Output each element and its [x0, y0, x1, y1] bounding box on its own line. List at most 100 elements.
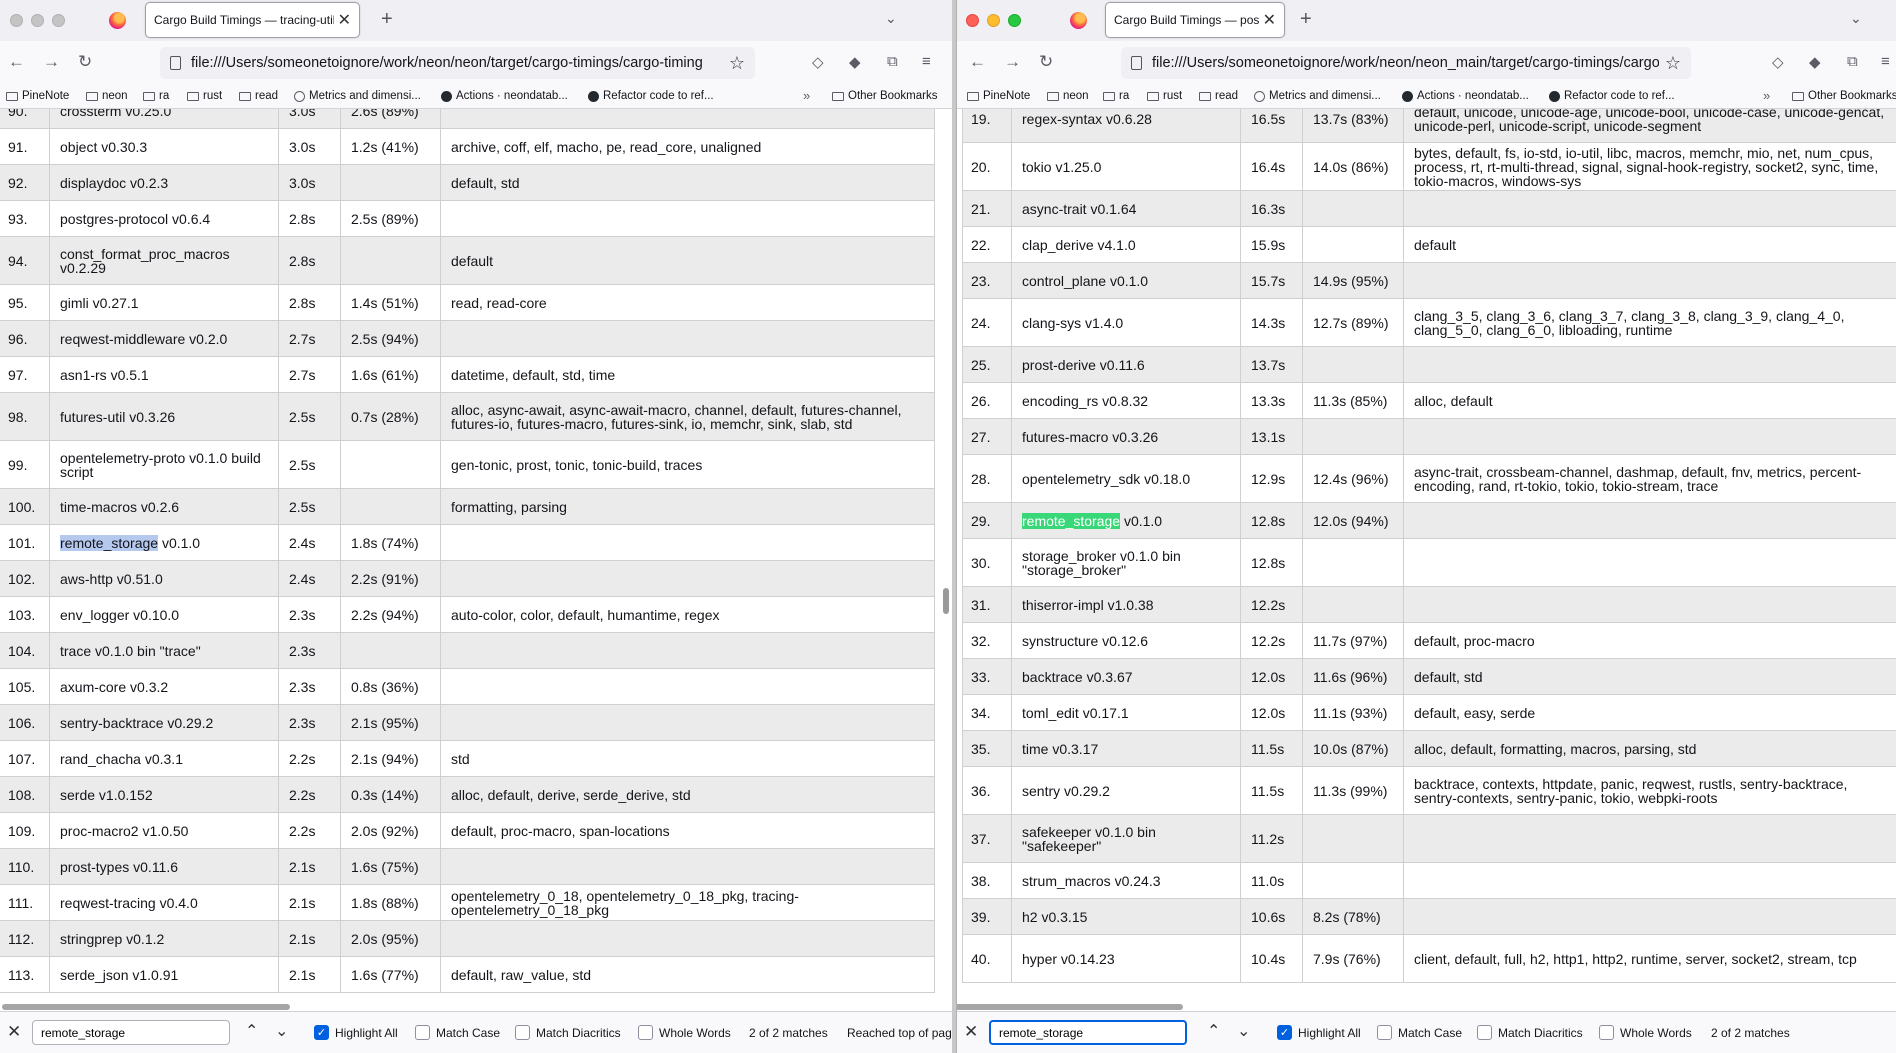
zoom-window-button[interactable]: [1008, 14, 1021, 27]
match-count: 2 of 2 matches: [749, 1026, 828, 1040]
close-window-button[interactable]: [966, 14, 979, 27]
bookmark-ra[interactable]: ra: [143, 90, 169, 102]
close-window-button[interactable]: [10, 14, 23, 27]
bookmark-rust[interactable]: rust: [187, 90, 222, 102]
bookmark-metrics[interactable]: Metrics and dimensi...: [1254, 90, 1381, 102]
zoom-window-button[interactable]: [52, 14, 65, 27]
codegen-time: 1.6s (75%): [340, 848, 441, 885]
row-number: 38.: [962, 862, 1012, 899]
bookmark-metrics[interactable]: Metrics and dimensi...: [294, 90, 421, 102]
table-row: 100. time-macros v0.2.6 2.5s formatting, pa…: [0, 488, 935, 525]
table-row: 39. h2 v0.3.15 10.6s 8.2s (78%): [962, 898, 1896, 935]
bookmark-rust[interactable]: rust: [1147, 90, 1182, 102]
close-tab-icon[interactable]: ✕: [1263, 10, 1276, 30]
row-number: 96.: [0, 320, 50, 357]
menu-icon[interactable]: ≡: [1881, 53, 1890, 70]
minimize-window-button[interactable]: [31, 14, 44, 27]
unit-name: storage_broker v0.1.0 bin "storage_broke…: [1011, 538, 1241, 587]
split-handle[interactable]: [943, 588, 949, 614]
table-row: 38. strum_macros v0.24.3 11.0s: [962, 862, 1896, 899]
new-tab-button[interactable]: +: [381, 8, 393, 31]
other-bookmarks[interactable]: Other Bookmarks: [1792, 90, 1896, 102]
whole-words-checkbox[interactable]: Whole Words: [638, 1025, 731, 1040]
extension-icon[interactable]: ◆: [849, 53, 861, 71]
features: archive, coff, elf, macho, pe, read_core…: [440, 128, 935, 165]
bookmark-pinenote[interactable]: PineNote: [967, 90, 1030, 102]
find-previous-chevron-icon[interactable]: ⌃: [245, 1021, 258, 1041]
extensions-puzzle-icon[interactable]: ⧉: [887, 53, 898, 70]
bookmark-actions[interactable]: Actions · neondatab...: [441, 90, 568, 102]
find-next-chevron-icon[interactable]: ⌄: [1237, 1021, 1250, 1041]
menu-icon[interactable]: ≡: [922, 53, 931, 70]
unit-name: const_format_proc_macros v0.2.29: [49, 236, 279, 285]
list-all-tabs-button[interactable]: ⌄: [885, 10, 897, 27]
unit-name: reqwest-tracing v0.4.0: [49, 884, 279, 921]
forward-button[interactable]: →: [1004, 52, 1021, 72]
back-button[interactable]: ←: [8, 52, 25, 72]
bookmark-refactor[interactable]: Refactor code to ref...: [588, 90, 714, 102]
close-find-bar-icon[interactable]: ✕: [7, 1022, 21, 1042]
bookmark-refactor[interactable]: Refactor code to ref...: [1549, 90, 1675, 102]
unit-name: time v0.3.17: [1011, 730, 1241, 767]
codegen-time: 12.0s (94%): [1302, 502, 1404, 539]
firefox-view-icon[interactable]: [1070, 12, 1087, 29]
codegen-time: 11.1s (93%): [1302, 694, 1404, 731]
horizontal-scrollbar[interactable]: [957, 1004, 1183, 1010]
forward-button[interactable]: →: [43, 52, 60, 72]
find-previous-chevron-icon[interactable]: ⌃: [1207, 1021, 1220, 1041]
bookmark-read[interactable]: read: [1199, 90, 1238, 102]
bookmark-pinenote[interactable]: PineNote: [6, 90, 69, 102]
new-tab-button[interactable]: +: [1300, 8, 1312, 31]
other-bookmarks[interactable]: Other Bookmarks: [832, 90, 937, 102]
bookmark-star-icon[interactable]: ☆: [1665, 53, 1681, 74]
bookmark-neon[interactable]: neon: [1047, 90, 1089, 102]
row-number: 107.: [0, 740, 50, 777]
tab-cargo-build-timings[interactable]: Cargo Build Timings — postgres_ffi ✕: [1105, 2, 1285, 38]
firefox-view-icon[interactable]: [109, 12, 126, 29]
more-bookmarks-chevron-icon[interactable]: »: [1763, 88, 1770, 103]
list-all-tabs-button[interactable]: ⌄: [1850, 10, 1862, 27]
pocket-icon[interactable]: ◇: [1772, 53, 1784, 71]
highlight-all-checkbox[interactable]: ✓ Highlight All: [1277, 1025, 1361, 1040]
more-bookmarks-chevron-icon[interactable]: »: [803, 88, 810, 103]
horizontal-scrollbar[interactable]: [2, 1004, 290, 1010]
bookmark-ra[interactable]: ra: [1103, 90, 1129, 102]
table-row: 107. rand_chacha v0.3.1 2.2s 2.1s (94%) std: [0, 740, 935, 777]
bookmark-star-icon[interactable]: ☆: [729, 53, 745, 74]
right-browser-window: Cargo Build Timings — postgres_ffi ✕ + ⌄…: [956, 0, 1896, 1053]
find-input[interactable]: [989, 1020, 1187, 1045]
pocket-icon[interactable]: ◇: [812, 53, 824, 71]
reload-button[interactable]: ↻: [1039, 52, 1053, 72]
close-tab-icon[interactable]: ✕: [338, 10, 351, 30]
url-bar[interactable]: file:///Users/someonetoignore/work/neon/…: [1121, 47, 1691, 79]
tab-cargo-build-timings[interactable]: Cargo Build Timings — tracing-utils ✕: [145, 2, 360, 38]
row-number: 40.: [962, 934, 1012, 983]
find-next-chevron-icon[interactable]: ⌄: [275, 1021, 288, 1041]
bookmark-read[interactable]: read: [239, 90, 278, 102]
match-diacritics-checkbox[interactable]: Match Diacritics: [515, 1025, 621, 1040]
table-row: 21. async-trait v0.1.64 16.3s: [962, 190, 1896, 227]
highlight-all-checkbox[interactable]: ✓ Highlight All: [314, 1025, 398, 1040]
match-case-checkbox[interactable]: Match Case: [415, 1025, 500, 1040]
row-number: 112.: [0, 920, 50, 957]
match-diacritics-checkbox[interactable]: Match Diacritics: [1477, 1025, 1583, 1040]
unit-name: h2 v0.3.15: [1011, 898, 1241, 935]
unit-name: hyper v0.14.23: [1011, 934, 1241, 983]
back-button[interactable]: ←: [969, 52, 986, 72]
extension-icon[interactable]: ◆: [1809, 53, 1821, 71]
close-find-bar-icon[interactable]: ✕: [964, 1022, 978, 1042]
bookmark-actions[interactable]: Actions · neondatab...: [1402, 90, 1529, 102]
row-number: 92.: [0, 164, 50, 201]
total-time: 2.3s: [278, 596, 341, 633]
find-input[interactable]: [32, 1020, 230, 1045]
unit-name: stringprep v0.1.2: [49, 920, 279, 957]
extensions-puzzle-icon[interactable]: ⧉: [1847, 53, 1858, 70]
match-case-checkbox[interactable]: Match Case: [1377, 1025, 1462, 1040]
whole-words-checkbox[interactable]: Whole Words: [1599, 1025, 1692, 1040]
row-number: 113.: [0, 956, 50, 993]
url-bar[interactable]: file:///Users/someonetoignore/work/neon/…: [160, 47, 755, 79]
minimize-window-button[interactable]: [987, 14, 1000, 27]
bookmark-neon[interactable]: neon: [86, 90, 128, 102]
codegen-time: 2.0s (92%): [340, 812, 441, 849]
reload-button[interactable]: ↻: [78, 52, 92, 72]
